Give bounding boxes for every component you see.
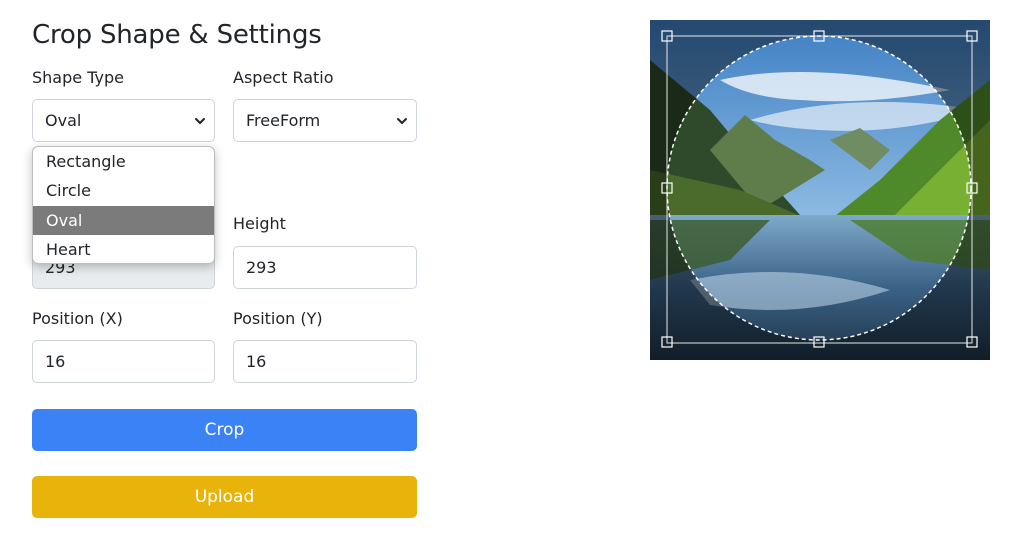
position-x-input[interactable]: 16 <box>32 340 215 383</box>
position-y-label: Position (Y) <box>233 309 323 328</box>
aspect-ratio-value: FreeForm <box>246 111 321 130</box>
upload-button[interactable]: Upload <box>32 476 417 518</box>
shape-type-label: Shape Type <box>32 68 124 87</box>
square-handle-icon[interactable] <box>966 30 978 42</box>
square-handle-icon[interactable] <box>813 336 825 348</box>
chevron-down-icon <box>397 118 407 124</box>
square-handle-icon[interactable] <box>661 336 673 348</box>
height-value: 293 <box>246 258 277 277</box>
shape-option-rectangle[interactable]: Rectangle <box>33 147 214 176</box>
square-handle-icon[interactable] <box>661 182 673 194</box>
height-input[interactable]: 293 <box>233 246 417 289</box>
page-title: Crop Shape & Settings <box>32 20 322 50</box>
square-handle-icon[interactable] <box>813 30 825 42</box>
shape-option-heart[interactable]: Heart <box>33 235 214 263</box>
square-handle-icon[interactable] <box>966 336 978 348</box>
position-y-value: 16 <box>246 352 267 371</box>
shape-type-dropdown: Rectangle Circle Oval Heart <box>32 146 215 264</box>
position-x-label: Position (X) <box>32 309 123 328</box>
crop-handles <box>661 30 978 348</box>
position-x-value: 16 <box>45 352 66 371</box>
square-handle-icon[interactable] <box>966 182 978 194</box>
chevron-down-icon <box>195 118 205 124</box>
crop-preview[interactable] <box>650 20 990 360</box>
shape-option-circle[interactable]: Circle <box>33 176 214 205</box>
crop-button[interactable]: Crop <box>32 409 417 451</box>
height-label: Height <box>233 214 286 233</box>
shape-option-oval[interactable]: Oval <box>33 205 214 235</box>
aspect-ratio-select[interactable]: FreeForm <box>233 99 417 142</box>
shape-type-select[interactable]: Oval <box>32 99 215 142</box>
shape-type-value: Oval <box>45 111 82 130</box>
position-y-input[interactable]: 16 <box>233 340 417 383</box>
aspect-ratio-label: Aspect Ratio <box>233 68 334 87</box>
square-handle-icon[interactable] <box>661 30 673 42</box>
